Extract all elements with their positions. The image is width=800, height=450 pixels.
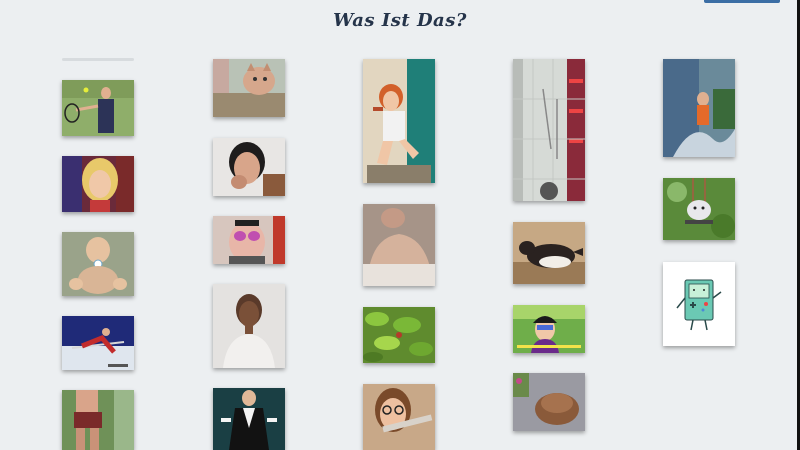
gif-baby[interactable]: [62, 232, 134, 296]
gif-running-dog[interactable]: [513, 222, 585, 284]
gif-blonde-woman[interactable]: [62, 156, 134, 212]
gif-sleeping-man[interactable]: [363, 204, 435, 286]
gif-girl-with-glasses[interactable]: [363, 384, 435, 450]
gif-man-in-suit[interactable]: [213, 388, 285, 450]
gif-cartoon-character[interactable]: [513, 305, 585, 353]
gif-smiling-woman[interactable]: [213, 284, 285, 368]
gif-opossum-swing[interactable]: [663, 178, 735, 240]
gif-tennis-player[interactable]: [62, 80, 134, 136]
top-right-button[interactable]: [704, 0, 780, 3]
column-divider: [62, 58, 134, 61]
gif-redhead-woman[interactable]: [363, 59, 435, 183]
gif-face-paint[interactable]: [213, 216, 285, 264]
gif-hairy-object[interactable]: [513, 373, 585, 431]
page-title: Was Ist Das?: [333, 10, 467, 31]
gif-bmo-robot[interactable]: [663, 262, 735, 346]
gif-plant-leaves[interactable]: [363, 307, 435, 363]
gif-flying-cat[interactable]: [213, 59, 285, 117]
gif-woman-eating[interactable]: [213, 138, 285, 196]
gif-athlete-legs[interactable]: [62, 390, 134, 450]
gif-water-splash[interactable]: [663, 59, 735, 157]
gif-store-aisle[interactable]: [513, 59, 585, 201]
gif-gymnast[interactable]: [62, 316, 134, 370]
